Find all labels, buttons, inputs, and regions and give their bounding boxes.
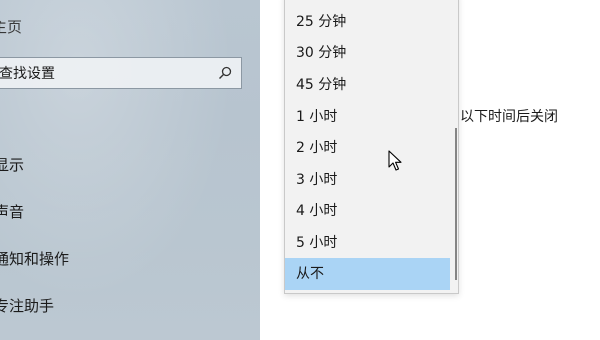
sidebar-item-notifications[interactable]: 通知和操作	[0, 248, 69, 269]
sidebar-item-label: 声音	[0, 203, 25, 221]
dropdown-option-1-hour[interactable]: 1 小时	[285, 101, 450, 133]
sidebar-item-sound[interactable]: 声音	[0, 201, 24, 222]
dropdown-option-2-hours[interactable]: 2 小时	[285, 132, 450, 164]
search-input[interactable]: 查找设置	[0, 63, 213, 83]
sidebar-item-label: 专注助手	[0, 297, 55, 315]
settings-sidebar: 主页 查找设置 显示 声音 通知和操作 专注助手	[0, 0, 260, 340]
sidebar-home-label: 主页	[0, 18, 23, 36]
mouse-pointer-icon	[388, 150, 404, 172]
dropdown-option-4-hours[interactable]: 4 小时	[285, 195, 450, 227]
sidebar-item-home[interactable]: 主页	[0, 16, 22, 37]
dropdown-option-30-min[interactable]: 30 分钟	[285, 37, 450, 69]
search-icon[interactable]	[213, 61, 237, 85]
dropdown-option-5-hours[interactable]: 5 小时	[285, 227, 450, 259]
dropdown-option-45-min[interactable]: 45 分钟	[285, 69, 450, 101]
sidebar-item-display[interactable]: 显示	[0, 154, 24, 175]
turn-off-time-dropdown[interactable]: 25 分钟 30 分钟 45 分钟 1 小时 2 小时 3 小时 4 小时 5 …	[284, 0, 459, 294]
dropdown-option-25-min[interactable]: 25 分钟	[285, 6, 450, 38]
settings-search-box[interactable]: 查找设置	[0, 57, 242, 89]
sidebar-item-label: 显示	[0, 156, 25, 174]
turn-off-after-label: 以下时间后关闭	[460, 109, 558, 125]
dropdown-option-3-hours[interactable]: 3 小时	[285, 164, 450, 196]
sidebar-item-focus-assist[interactable]: 专注助手	[0, 295, 54, 316]
sidebar-item-label: 通知和操作	[0, 250, 70, 268]
dropdown-option-never[interactable]: 从不	[285, 258, 450, 290]
dropdown-scrollbar[interactable]	[455, 128, 457, 280]
